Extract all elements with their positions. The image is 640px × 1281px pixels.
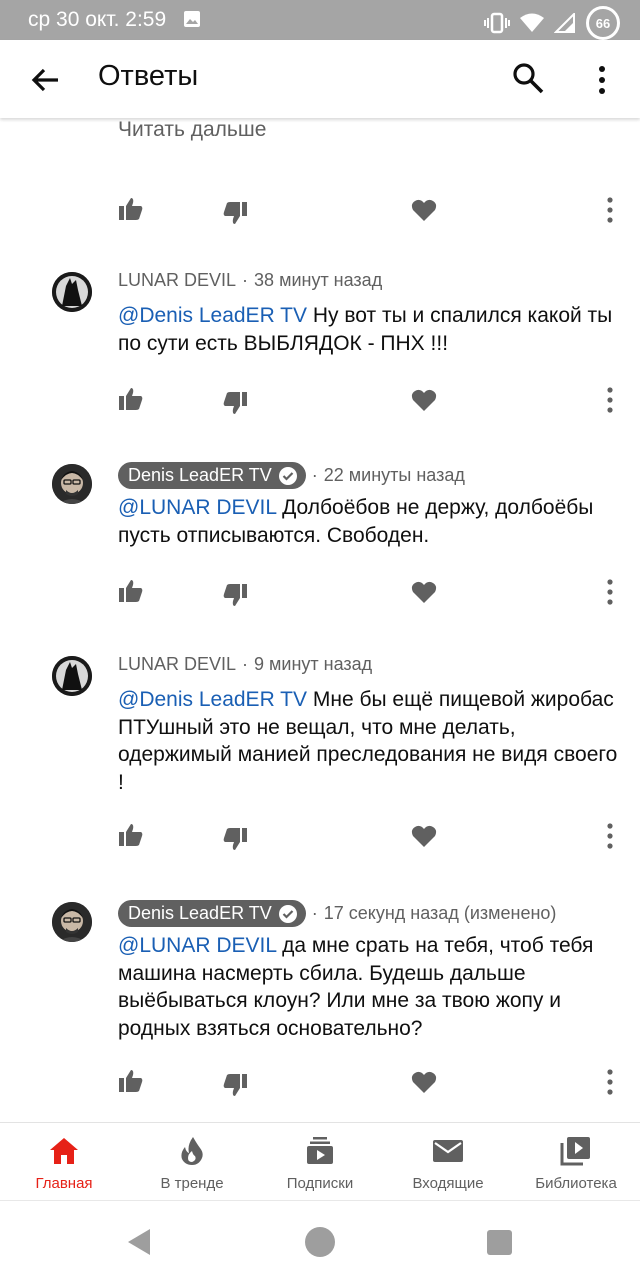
- read-more-link[interactable]: Читать дальше: [118, 118, 266, 142]
- comment-meta: LUNAR DEVIL · 38 минут назад: [118, 270, 382, 291]
- comment-actions: [0, 1066, 640, 1106]
- status-bar: ср 30 окт. 2:59 66: [0, 0, 640, 40]
- battery-level: 66: [595, 15, 611, 31]
- image-notification-icon: [184, 11, 200, 27]
- comment-author: Denis LeadER TV: [128, 465, 272, 485]
- thumb-down-icon[interactable]: [222, 1072, 248, 1098]
- comment-actions: [0, 576, 640, 616]
- thumb-up-icon[interactable]: [118, 578, 144, 604]
- heart-icon[interactable]: [411, 824, 437, 848]
- mention-link[interactable]: @LUNAR DEVIL: [118, 934, 276, 957]
- comment-author[interactable]: LUNAR DEVIL: [118, 270, 236, 291]
- vibrate-icon: [484, 12, 510, 34]
- comment-time: 38 минут назад: [254, 270, 383, 290]
- signal-icon: [554, 13, 575, 33]
- meta-separator: ·: [242, 654, 249, 674]
- mention-link[interactable]: @Denis LeadER TV: [118, 688, 307, 711]
- avatar-portrait-image: [52, 464, 92, 504]
- nav-home[interactable]: Главная: [0, 1123, 128, 1201]
- bottom-navigation: Главная В тренде Подписки Входящие Библи…: [0, 1122, 640, 1201]
- comment-time: 17 секунд назад (изменено): [323, 903, 557, 923]
- more-vert-icon[interactable]: [592, 64, 612, 96]
- avatar[interactable]: [52, 656, 92, 696]
- avatar[interactable]: [52, 902, 92, 942]
- status-time: ср 30 окт. 2:59: [28, 8, 167, 31]
- replies-list[interactable]: Читать дальше LUNAR DEVIL · 38 минут наз…: [0, 118, 640, 1122]
- comment-menu-icon[interactable]: [604, 196, 616, 224]
- comment-actions: [0, 194, 640, 234]
- nav-inbox[interactable]: Входящие: [384, 1123, 512, 1201]
- meta-separator: ·: [242, 270, 249, 290]
- avatar-portrait-image: [52, 902, 92, 942]
- mention-link[interactable]: @LUNAR DEVIL: [118, 496, 276, 519]
- home-icon: [50, 1138, 78, 1164]
- library-icon: [560, 1137, 590, 1166]
- mention-link[interactable]: @Denis LeadER TV: [118, 304, 307, 327]
- comment-actions: [0, 820, 640, 860]
- nav-subscriptions[interactable]: Подписки: [256, 1123, 384, 1201]
- thumb-down-icon[interactable]: [222, 390, 248, 416]
- nav-label: В тренде: [160, 1175, 224, 1192]
- comment-time: 22 минуты назад: [323, 465, 465, 485]
- page-title: Ответы: [98, 60, 199, 92]
- thumb-up-icon[interactable]: [118, 386, 144, 412]
- comment-meta: LUNAR DEVIL · 9 минут назад: [118, 654, 372, 675]
- verified-check-icon: [278, 904, 297, 923]
- comment-actions: [0, 384, 640, 424]
- avatar-wolf-image: [52, 272, 92, 312]
- thumb-down-icon[interactable]: [222, 200, 248, 226]
- nav-label: Главная: [35, 1175, 93, 1192]
- subscriptions-icon: [307, 1137, 333, 1164]
- meta-separator: ·: [311, 903, 318, 923]
- avatar[interactable]: [52, 272, 92, 312]
- comment-menu-icon[interactable]: [604, 1068, 616, 1096]
- thumb-up-icon[interactable]: [118, 1068, 144, 1094]
- system-recents-icon[interactable]: [487, 1230, 512, 1255]
- verified-check-icon: [278, 466, 297, 485]
- thumb-down-icon[interactable]: [222, 826, 248, 852]
- comment-meta: Denis LeadER TV · 17 секунд назад (измен…: [118, 900, 556, 927]
- comment-author: Denis LeadER TV: [128, 903, 272, 923]
- thumb-up-icon[interactable]: [118, 196, 144, 222]
- comment-text: @LUNAR DEVIL Долбоёбов не держу, долбоёб…: [118, 494, 618, 549]
- nav-library[interactable]: Библиотека: [512, 1123, 640, 1201]
- app-bar: Ответы: [0, 40, 640, 118]
- inbox-icon: [433, 1140, 463, 1162]
- nav-trending[interactable]: В тренде: [128, 1123, 256, 1201]
- avatar[interactable]: [52, 464, 92, 504]
- heart-icon[interactable]: [411, 198, 437, 222]
- heart-icon[interactable]: [411, 580, 437, 604]
- search-icon[interactable]: [510, 60, 546, 96]
- nav-label: Библиотека: [535, 1175, 617, 1192]
- channel-owner-chip[interactable]: Denis LeadER TV: [118, 900, 306, 927]
- thumb-up-icon[interactable]: [118, 822, 144, 848]
- comment-text: @Denis LeadER TV Мне бы ещё пищевой жиро…: [118, 686, 618, 796]
- nav-label: Подписки: [286, 1175, 354, 1192]
- comment-text: @Denis LeadER TV Ну вот ты и спалился ка…: [118, 302, 618, 357]
- wifi-icon: [520, 13, 544, 32]
- back-arrow-icon[interactable]: [28, 64, 64, 96]
- comment-time: 9 минут назад: [254, 654, 373, 674]
- comment-menu-icon[interactable]: [604, 386, 616, 414]
- comment-author[interactable]: LUNAR DEVIL: [118, 654, 236, 675]
- system-back-icon[interactable]: [126, 1227, 152, 1257]
- system-home-icon[interactable]: [305, 1227, 335, 1257]
- thumb-down-icon[interactable]: [222, 582, 248, 608]
- comment-menu-icon[interactable]: [604, 822, 616, 850]
- avatar-wolf-image: [52, 656, 92, 696]
- battery-indicator: 66: [586, 6, 620, 40]
- channel-owner-chip[interactable]: Denis LeadER TV: [118, 462, 306, 489]
- comment-menu-icon[interactable]: [604, 578, 616, 606]
- trending-icon: [181, 1137, 203, 1165]
- heart-icon[interactable]: [411, 388, 437, 412]
- comment-text: @LUNAR DEVIL да мне срать на тебя, чтоб …: [118, 932, 618, 1042]
- system-navigation-bar: [0, 1200, 640, 1281]
- meta-separator: ·: [311, 465, 318, 485]
- nav-label: Входящие: [412, 1175, 484, 1192]
- comment-meta: Denis LeadER TV · 22 минуты назад: [118, 462, 465, 489]
- heart-icon[interactable]: [411, 1070, 437, 1094]
